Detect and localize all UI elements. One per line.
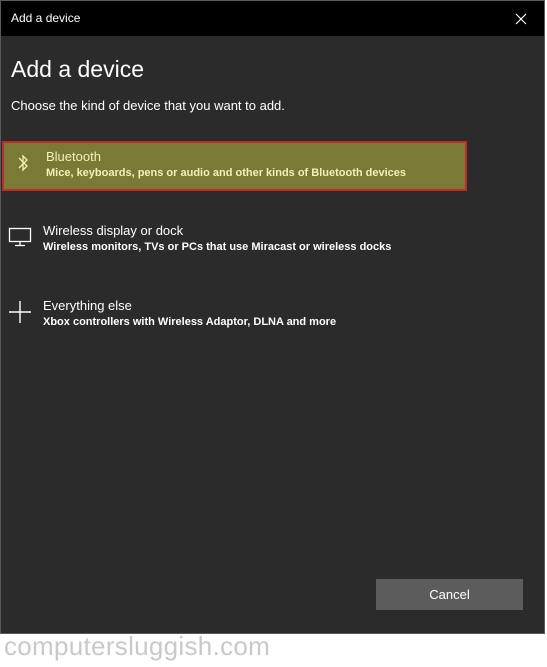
option-title: Bluetooth bbox=[46, 149, 101, 164]
page-subtitle: Choose the kind of device that you want … bbox=[11, 98, 285, 113]
window-title: Add a device bbox=[11, 11, 81, 25]
page-title: Add a device bbox=[11, 56, 144, 82]
watermark-text: computersluggish.com bbox=[4, 631, 271, 661]
option-description: Xbox controllers with Wireless Adaptor, … bbox=[43, 316, 337, 328]
option-description: Wireless monitors, TVs or PCs that use M… bbox=[43, 241, 392, 253]
monitor-icon bbox=[7, 223, 33, 251]
add-device-dialog: Add a device Add a device Choose the kin… bbox=[0, 0, 545, 634]
cancel-button[interactable]: Cancel bbox=[376, 579, 523, 610]
option-description: Mice, keyboards, pens or audio and other… bbox=[46, 167, 407, 179]
option-everything-else[interactable]: Everything else Xbox controllers with Wi… bbox=[1, 292, 466, 342]
close-button[interactable] bbox=[498, 1, 544, 36]
bluetooth-icon bbox=[10, 149, 36, 177]
option-title: Everything else bbox=[43, 298, 132, 313]
plus-icon bbox=[7, 298, 33, 326]
close-icon bbox=[515, 13, 527, 24]
option-wireless-display[interactable]: Wireless display or dock Wireless monito… bbox=[1, 217, 466, 267]
title-bar: Add a device bbox=[1, 1, 544, 36]
option-bluetooth[interactable]: Bluetooth Mice, keyboards, pens or audio… bbox=[2, 141, 467, 191]
option-title: Wireless display or dock bbox=[43, 223, 184, 238]
